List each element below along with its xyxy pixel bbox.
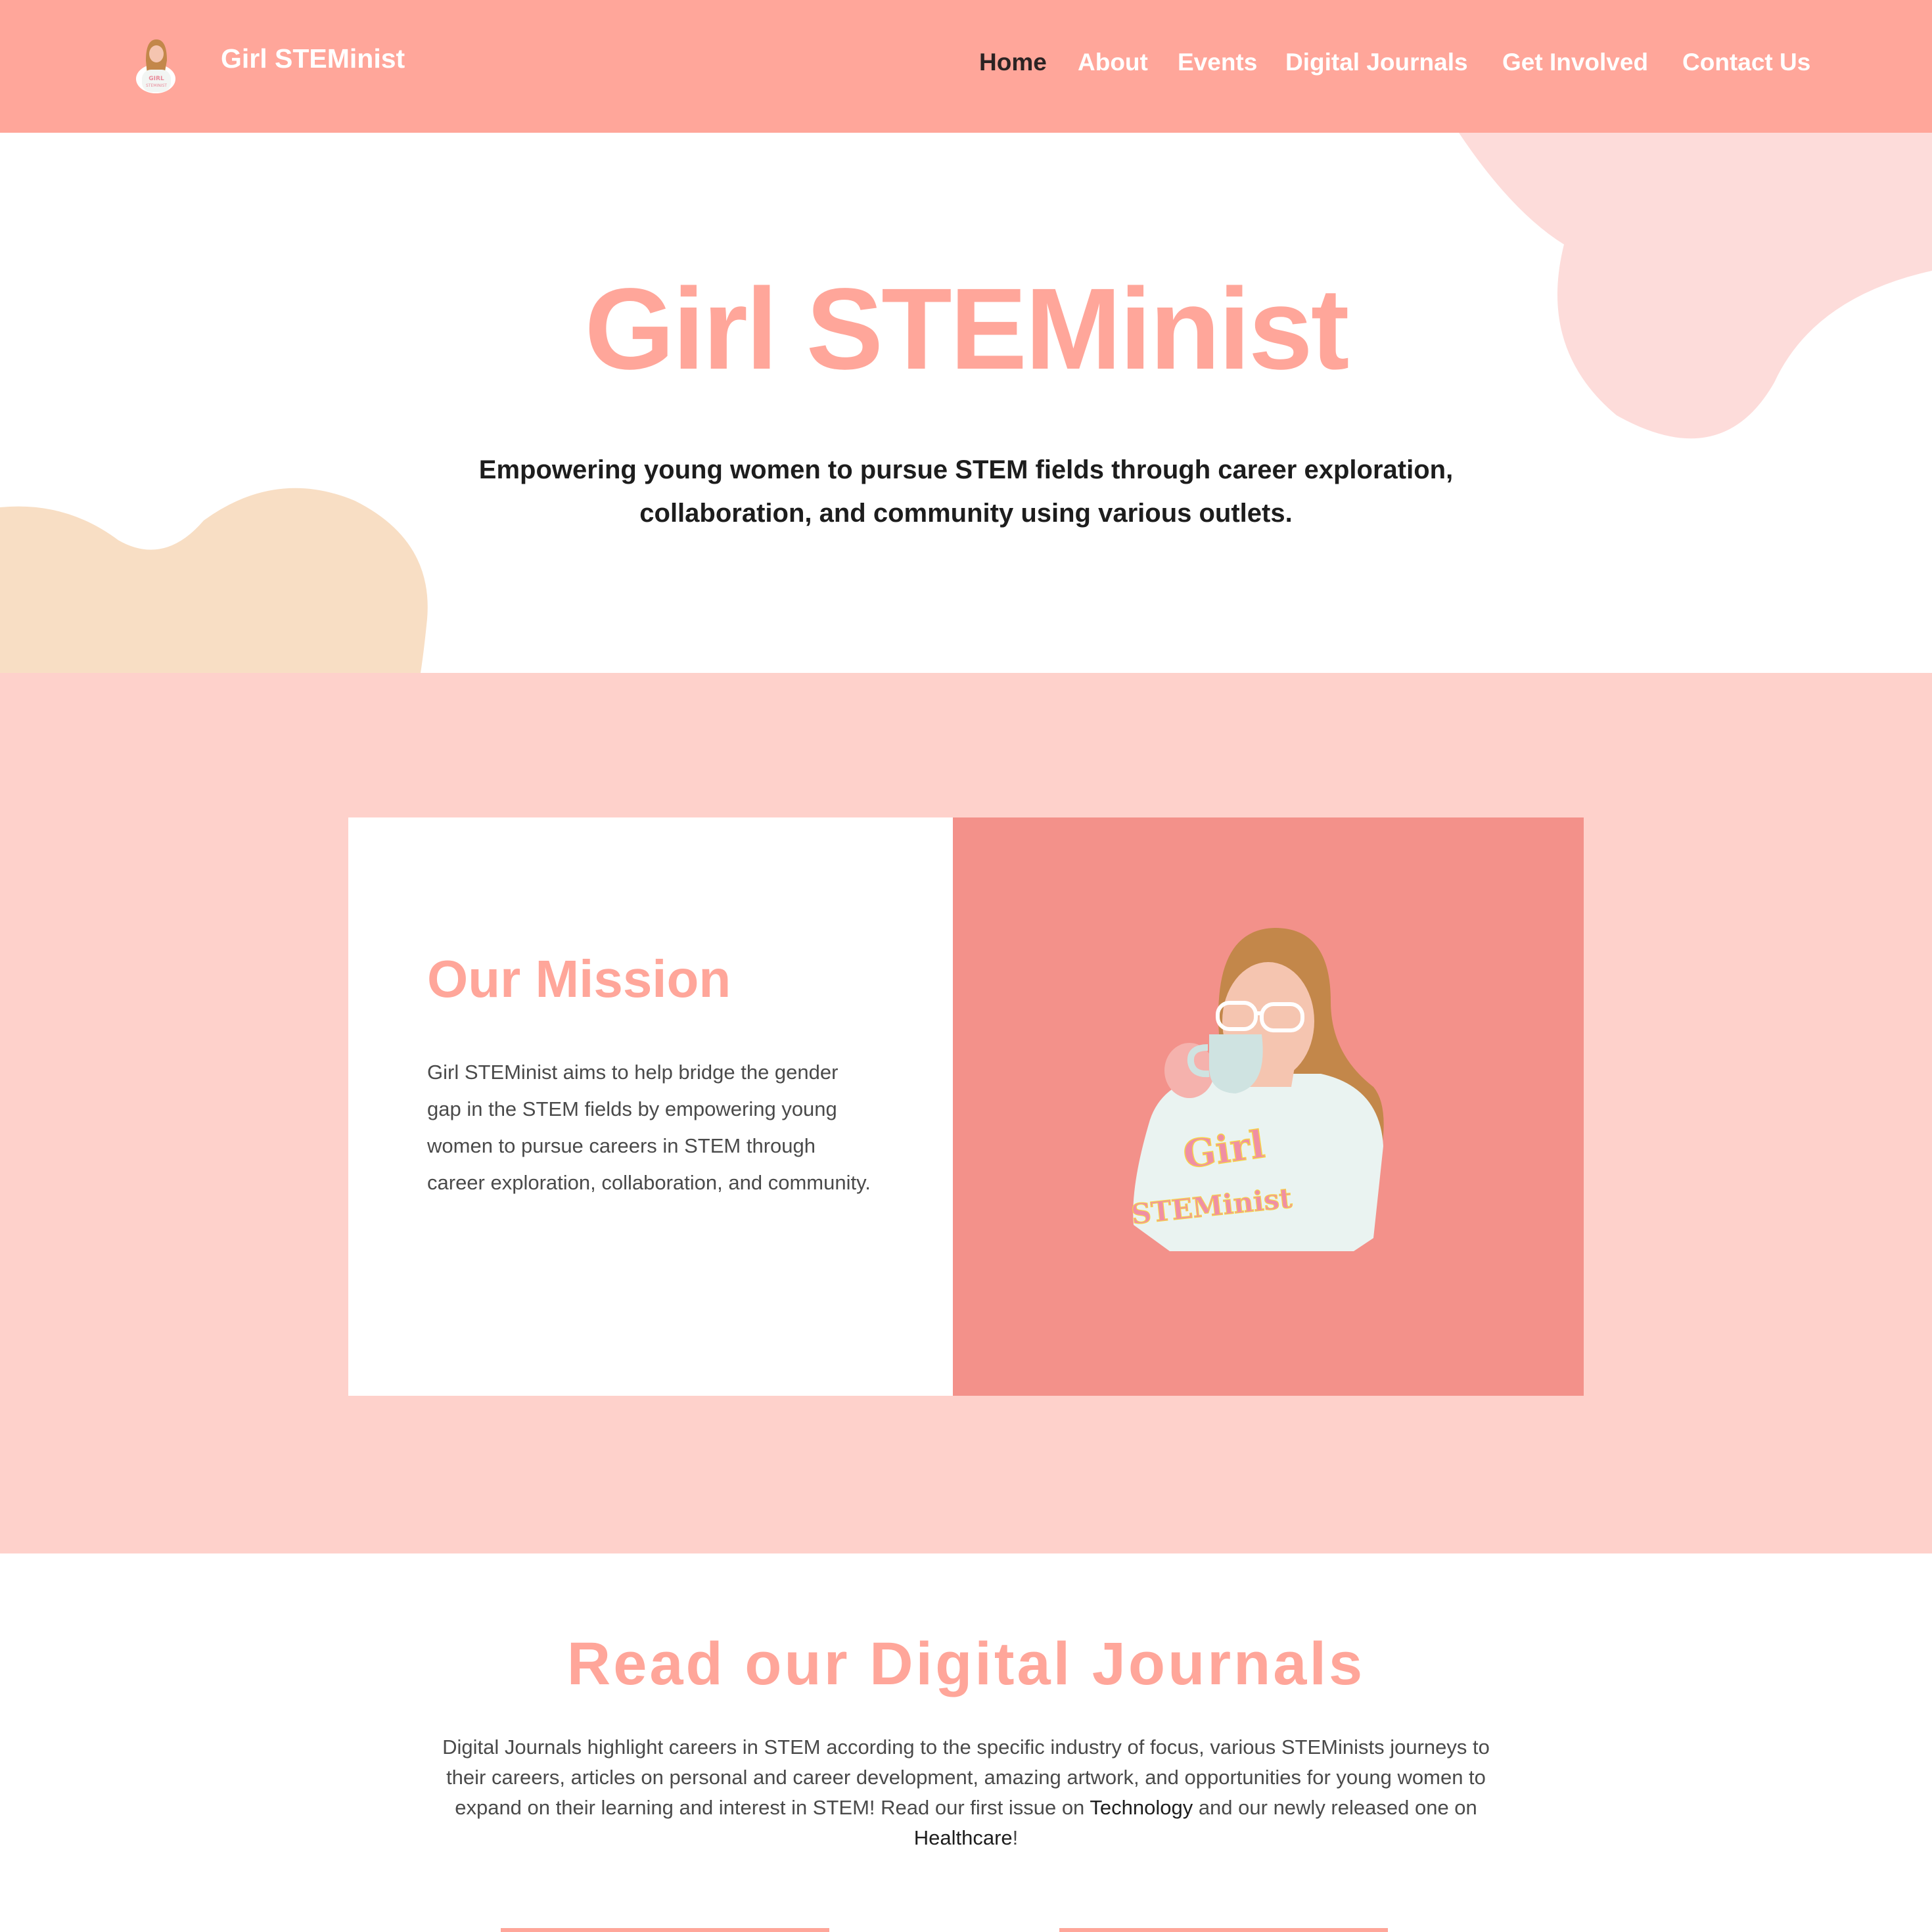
- journal-card-technology[interactable]: [501, 1928, 829, 1932]
- mission-card: Our Mission Girl STEMinist aims to help …: [348, 817, 953, 1396]
- mission-text: Girl STEMinist aims to help bridge the g…: [427, 1061, 871, 1194]
- journal-card-healthcare[interactable]: [1059, 1928, 1388, 1932]
- journals-text-end: !: [1012, 1826, 1019, 1849]
- svg-text:STEMINIST: STEMINIST: [146, 83, 167, 88]
- mission-illustration: Girl STEMinist: [953, 817, 1584, 1396]
- hero-subtitle: Empowering young women to pursue STEM fi…: [478, 455, 1454, 528]
- peach-blob-shape: [0, 488, 428, 673]
- site-header: GIRL STEMINIST Girl STEMinist Home About…: [0, 0, 1932, 133]
- hero-title: Girl STEMinist: [584, 265, 1350, 394]
- nav-contact-us[interactable]: Contact Us: [1682, 49, 1810, 81]
- decorative-blobs: [0, 133, 1932, 673]
- svg-text:GIRL: GIRL: [149, 76, 164, 82]
- journals-title: Read our Digital Journals: [566, 1630, 1366, 1697]
- nav-about[interactable]: About: [1078, 49, 1148, 81]
- nav-get-involved[interactable]: Get Involved: [1502, 49, 1648, 81]
- nav-home[interactable]: Home: [979, 49, 1047, 81]
- logo-icon[interactable]: GIRL STEMINIST: [131, 34, 180, 93]
- healthcare-link[interactable]: Healthcare: [914, 1826, 1013, 1849]
- journals-text: Digital Journals highlight careers in ST…: [434, 1732, 1498, 1853]
- hero-section: Girl STEMinist Empowering young women to…: [0, 133, 1932, 673]
- nav-digital-journals[interactable]: Digital Journals: [1285, 49, 1468, 81]
- site-name[interactable]: Girl STEMinist: [221, 43, 405, 74]
- journals-text-middle: and our newly released one on: [1193, 1796, 1477, 1819]
- mission-section: Our Mission Girl STEMinist aims to help …: [0, 673, 1932, 1553]
- nav-events[interactable]: Events: [1178, 49, 1257, 81]
- technology-link[interactable]: Technology: [1090, 1796, 1193, 1819]
- girl-illustration: Girl STEMinist: [1129, 928, 1384, 1251]
- mission-title: Our Mission: [427, 950, 731, 1008]
